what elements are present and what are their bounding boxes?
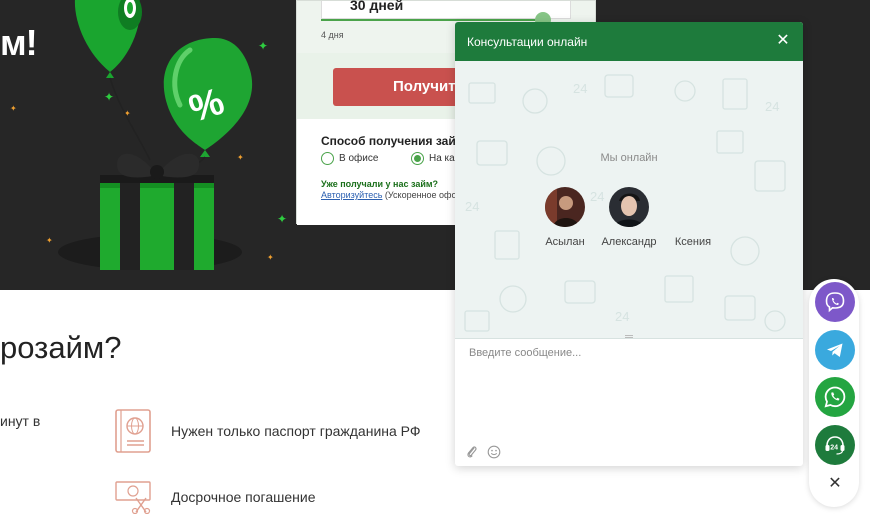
message-input[interactable] xyxy=(455,339,803,439)
avatar[interactable] xyxy=(545,187,585,227)
operator-avatar-image xyxy=(609,187,649,227)
emoji-icon[interactable] xyxy=(487,445,501,459)
chat-input-area xyxy=(455,335,803,466)
gift-balloons-illustration: % xyxy=(58,0,253,270)
resize-handle[interactable] xyxy=(625,335,633,338)
whatsapp-icon xyxy=(824,386,846,408)
hero-title: м! xyxy=(0,22,38,63)
viber-icon xyxy=(825,292,845,313)
term-slider-track[interactable] xyxy=(321,19,545,21)
auth-link[interactable]: Авторизуйтесь xyxy=(321,190,382,200)
term-min-label: 4 дня xyxy=(321,30,344,40)
support-24-button[interactable]: 24 xyxy=(815,425,855,465)
svg-text:24: 24 xyxy=(615,309,629,324)
messenger-rail: 24 ✕ xyxy=(809,279,859,507)
radio-office-label: В офисе xyxy=(339,153,379,164)
paperclip-icon[interactable] xyxy=(466,445,478,459)
svg-text:24: 24 xyxy=(765,99,779,114)
close-icon[interactable]: ✕ xyxy=(825,474,845,494)
chat-header: Консультации онлайн ✕ xyxy=(455,22,803,61)
avatar[interactable] xyxy=(609,187,649,227)
early-repayment-icon xyxy=(115,481,151,514)
telegram-icon xyxy=(827,343,843,357)
sparkle-icon: ✦ xyxy=(10,104,17,113)
left-text-fragment: инут в xyxy=(0,413,41,429)
feature-text: Нужен только паспорт гражданина РФ xyxy=(171,423,421,439)
svg-text:24: 24 xyxy=(465,199,479,214)
radio-card-indicator[interactable] xyxy=(411,152,424,165)
passport-icon xyxy=(115,409,151,453)
svg-text:24: 24 xyxy=(573,81,587,96)
whatsapp-button[interactable] xyxy=(815,377,855,417)
svg-text:24: 24 xyxy=(830,445,838,452)
chat-title: Консультации онлайн xyxy=(467,34,588,49)
telegram-button[interactable] xyxy=(815,330,855,370)
feature-text: Досрочное погашение xyxy=(171,489,316,505)
close-icon[interactable]: ✕ xyxy=(775,33,791,49)
viber-button[interactable] xyxy=(815,282,855,322)
radio-office-indicator[interactable] xyxy=(321,152,334,165)
operator[interactable]: Ксения xyxy=(653,187,733,248)
chat-messages-area: 24 24 24 24 24 Мы онлайн Асылан Александ… xyxy=(455,61,803,339)
operator-name: Ксения xyxy=(674,236,712,248)
radio-office[interactable]: В офисе xyxy=(321,152,378,165)
section-heading: розайм? xyxy=(0,330,122,365)
method-title: Способ получения займа xyxy=(321,134,472,148)
operator-avatar-image xyxy=(545,187,585,227)
chat-widget: Консультации онлайн ✕ 24 24 24 24 24 Мы … xyxy=(455,22,803,466)
term-value-field[interactable]: 30 дней xyxy=(321,0,571,19)
already-customer-label: Уже получали у нас займ? xyxy=(321,179,439,189)
support-24-icon: 24 xyxy=(825,436,845,455)
online-status-label: Мы онлайн xyxy=(600,152,658,164)
avatar[interactable] xyxy=(673,187,713,227)
